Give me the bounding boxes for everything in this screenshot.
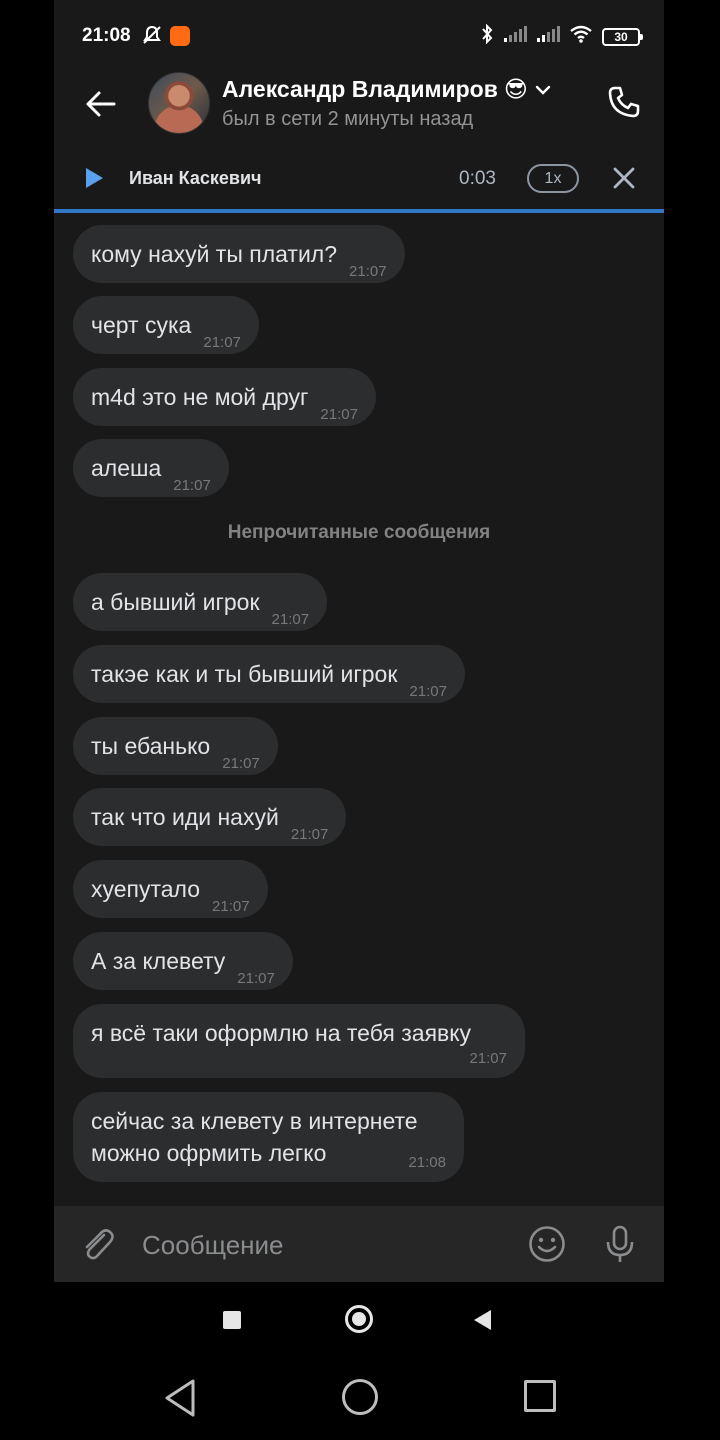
message-input[interactable]	[142, 1228, 502, 1262]
message-text: черт сука	[91, 312, 192, 338]
unread-messages-divider: Непрочитанные сообщения	[227, 522, 491, 543]
playback-speed-button[interactable]: 1x	[527, 164, 579, 193]
call-button[interactable]	[602, 80, 646, 124]
message-text: ты ебанько	[91, 733, 211, 759]
message-bubble[interactable]: ты ебанько 21:07	[73, 717, 278, 775]
message-bubble[interactable]: я всё таки оформлю на тебя заявку 21:07	[73, 1004, 525, 1078]
message-text: кому нахуй ты платил?	[91, 241, 338, 267]
message-bubble[interactable]: кому нахуй ты платил? 21:07	[73, 225, 405, 283]
stop-square-icon[interactable]	[223, 1311, 241, 1329]
back-button[interactable]	[80, 84, 120, 124]
contact-emoji: 😎	[503, 76, 528, 102]
message-time: 21:07	[290, 826, 329, 843]
message-bubble[interactable]: так что иди нахуй 21:07	[73, 788, 347, 846]
battery-icon: 30	[602, 27, 643, 46]
player-elapsed-time: 0:03	[459, 168, 496, 189]
mute-bell-icon	[141, 24, 163, 51]
contact-name-text: Александр Владимиров	[222, 76, 498, 102]
message-time: 21:07	[271, 611, 310, 628]
last-seen-status: был в сети 2 минуты назад	[222, 108, 474, 130]
message-time: 21:07	[173, 477, 211, 494]
signal-icon	[536, 26, 560, 47]
nav-recent-apps-icon[interactable]	[524, 1380, 556, 1412]
play-icon[interactable]	[84, 167, 104, 194]
message-composer	[54, 1206, 664, 1282]
message-time: 21:07	[212, 898, 250, 915]
back-arrow-icon	[86, 91, 116, 117]
avatar[interactable]	[148, 72, 210, 134]
chevron-down-icon	[535, 85, 551, 95]
player-progress-bar[interactable]	[54, 209, 664, 213]
wifi-icon	[569, 25, 593, 48]
message-time: 21:07	[203, 334, 241, 351]
chat-screen: 21:08 30 Александр Владимиров 😎 был в се…	[54, 0, 664, 1356]
bluetooth-icon	[480, 23, 494, 49]
message-time: 21:07	[409, 683, 447, 700]
status-time: 21:08	[82, 25, 131, 46]
message-text: m4d это не мой друг	[91, 384, 309, 410]
audio-player: Иван Каскевич 0:03 1x	[54, 148, 664, 210]
message-bubble[interactable]: черт сука 21:07	[73, 296, 259, 354]
system-navigation-bar	[0, 1356, 720, 1440]
nav-home-icon[interactable]	[342, 1379, 378, 1415]
message-text: так что иди нахуй	[91, 804, 279, 830]
message-bubble[interactable]: сейчас за клевету в интернете можно офрм…	[73, 1092, 464, 1182]
record-circle-icon[interactable]	[345, 1305, 373, 1333]
message-text: я всё таки оформлю на тебя заявку	[91, 1020, 472, 1046]
message-time: 21:07	[320, 406, 358, 423]
message-bubble[interactable]: такэе как и ты бывший игрок 21:07	[73, 645, 465, 703]
message-text: а бывший игрок	[91, 589, 260, 615]
message-bubble[interactable]: m4d это не мой друг 21:07	[73, 368, 376, 426]
signal-icon	[503, 26, 527, 47]
message-list[interactable]: кому нахуй ты платил? 21:07 черт сука 21…	[54, 222, 664, 1206]
paperclip-icon[interactable]	[80, 1226, 116, 1269]
chat-header: Александр Владимиров 😎 был в сети 2 мину…	[54, 72, 664, 136]
message-bubble[interactable]: а бывший игрок 21:07	[73, 573, 328, 631]
close-icon[interactable]	[609, 163, 639, 193]
status-icons: 30	[480, 23, 643, 49]
message-bubble[interactable]: алеша 21:07	[73, 439, 229, 497]
message-time: 21:07	[237, 970, 275, 987]
back-triangle-icon[interactable]	[474, 1310, 491, 1330]
microphone-icon[interactable]	[603, 1224, 637, 1269]
message-time: 21:07	[222, 755, 260, 772]
status-bar: 21:08 30	[54, 0, 664, 72]
message-text: А за клевету	[91, 948, 226, 974]
message-text: алеша	[91, 455, 162, 481]
message-bubble[interactable]: хуепутало 21:07	[73, 860, 268, 918]
emoji-icon[interactable]	[528, 1225, 566, 1268]
message-text: хуепутало	[91, 876, 201, 902]
nav-back-icon[interactable]	[163, 1378, 197, 1423]
app-notification-icon	[170, 26, 190, 46]
player-track-title[interactable]: Иван Каскевич	[129, 168, 261, 189]
inner-navigation-bar	[54, 1282, 664, 1356]
message-text: такэе как и ты бывший игрок	[91, 661, 398, 687]
message-time: 21:07	[349, 263, 387, 280]
contact-name[interactable]: Александр Владимиров 😎	[222, 76, 552, 103]
phone-icon	[608, 86, 640, 118]
message-bubble[interactable]: А за клевету 21:07	[73, 932, 293, 990]
